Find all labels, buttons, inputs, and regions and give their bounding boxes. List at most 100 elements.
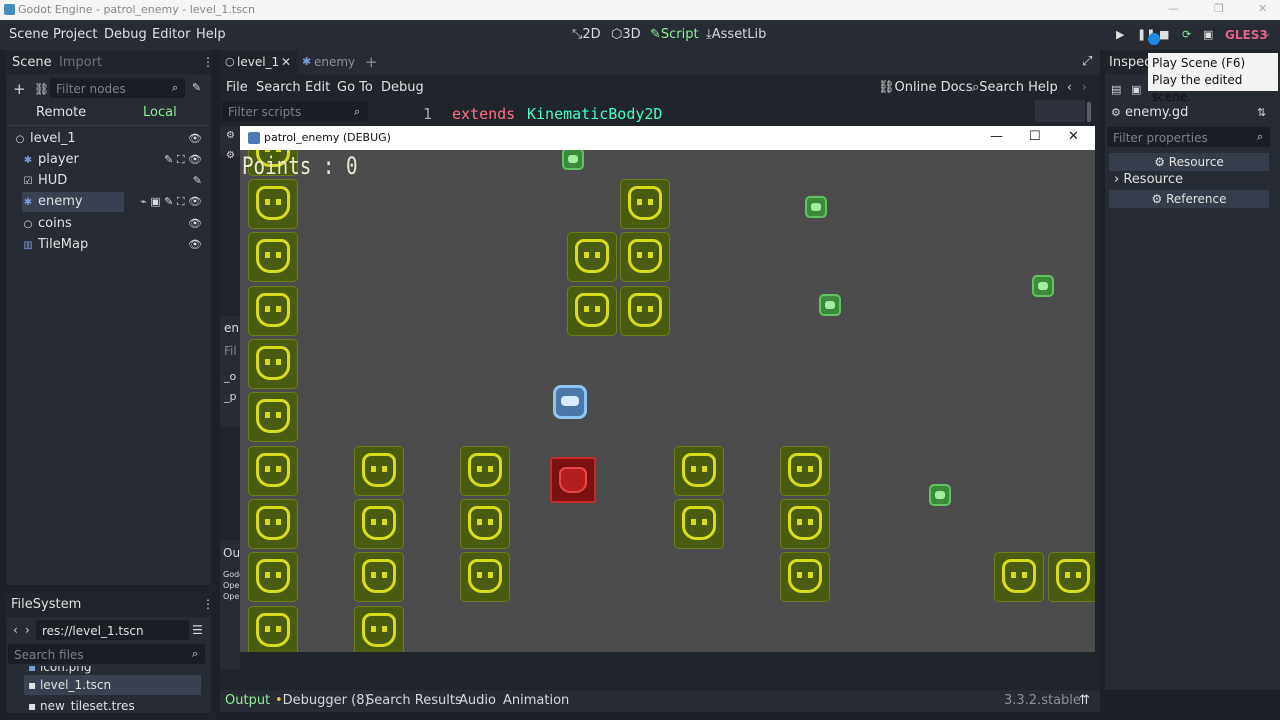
- visibility-eye-icon[interactable]: 👁: [188, 129, 202, 149]
- distraction-free-icon[interactable]: ⤢: [1082, 54, 1092, 69]
- menu-scene[interactable]: Scene: [9, 27, 49, 42]
- workspace-assetlib-label: AssetLib: [711, 27, 767, 42]
- tab-audio[interactable]: Audio: [459, 693, 496, 708]
- filter-nodes-input[interactable]: Filter nodes: [50, 78, 185, 98]
- tab-animation[interactable]: Animation: [503, 693, 569, 708]
- tree-node-enemy[interactable]: ✱ enemy ⌁ ▣ ✎ ⛶ 👁: [22, 192, 202, 212]
- code-class-name[interactable]: KinematicBody2D: [527, 105, 662, 123]
- remote-tab[interactable]: Remote: [36, 105, 86, 120]
- menu-project[interactable]: Project: [53, 27, 97, 42]
- menu-debug[interactable]: Debug: [104, 27, 147, 42]
- filter-properties-input[interactable]: Filter properties: [1107, 127, 1270, 147]
- search-files-input[interactable]: Search files: [8, 644, 205, 664]
- code-scrollbar[interactable]: [1087, 102, 1091, 122]
- expand-panel-icon[interactable]: ⇈: [1079, 693, 1090, 708]
- tree-node-tilemap[interactable]: ▥ TileMap 👁: [22, 235, 202, 255]
- search-icon: ⌕: [192, 647, 199, 660]
- tab-output[interactable]: Output: [225, 693, 270, 708]
- game-window-title: patrol_enemy (DEBUG): [264, 131, 391, 144]
- game-window-titlebar[interactable]: patrol_enemy (DEBUG) — ☐ ✕: [240, 126, 1095, 150]
- prev-script-icon[interactable]: ‹: [1067, 80, 1072, 94]
- tab-search-results[interactable]: Search Results: [366, 693, 462, 708]
- tile-block: [460, 499, 510, 549]
- tile-block: [354, 552, 404, 602]
- workspace-3d-button[interactable]: ⬡3D: [611, 27, 641, 42]
- script-attach-icon[interactable]: ✎: [192, 81, 201, 94]
- tab-enemy[interactable]: ✱ enemy: [300, 50, 360, 74]
- coin: [805, 196, 827, 218]
- minimize-icon[interactable]: —: [1168, 2, 1179, 15]
- next-script-icon[interactable]: ›: [1082, 80, 1087, 94]
- inspector-category-reference[interactable]: ⚙ Reference: [1109, 190, 1269, 208]
- tree-node-player[interactable]: ✱ player ✎ ⛶ 👁: [22, 150, 202, 170]
- renderer-dropdown-icon[interactable]: ⌄: [1263, 28, 1271, 39]
- script-menu-search[interactable]: Search: [256, 80, 301, 95]
- file-item-tileset[interactable]: ▪ new_tileset.tres: [28, 699, 135, 712]
- visibility-eye-icon[interactable]: 👁: [188, 235, 202, 255]
- gear-icon[interactable]: ⚙: [226, 150, 235, 161]
- gear-icon[interactable]: ⚙: [226, 130, 235, 141]
- inspector-category-resource[interactable]: ⚙ Resource: [1109, 153, 1269, 171]
- local-tab[interactable]: Local: [143, 105, 177, 120]
- add-tab-icon[interactable]: +: [365, 53, 378, 71]
- workspace-script-button[interactable]: ✎Script: [650, 27, 699, 42]
- menu-editor[interactable]: Editor: [152, 27, 190, 42]
- tile-block: [354, 606, 404, 652]
- tab-filesystem[interactable]: FileSystem: [11, 597, 81, 612]
- load-resource-icon[interactable]: ▣: [1131, 83, 1141, 96]
- tree-node-hud[interactable]: ☑ HUD ✎: [22, 171, 202, 191]
- close-icon[interactable]: ✕: [1068, 129, 1079, 144]
- renderer-label[interactable]: GLES3: [1225, 28, 1268, 42]
- stop-icon[interactable]: ■: [1159, 28, 1169, 41]
- link-icon[interactable]: ⛓: [34, 82, 49, 96]
- file-item-level-1[interactable]: ▪ level_1.tscn: [28, 678, 111, 692]
- close-icon[interactable]: ✕: [1258, 2, 1267, 15]
- inspector-section-resource[interactable]: › Resource: [1109, 172, 1269, 190]
- maximize-icon[interactable]: ☐: [1029, 129, 1041, 144]
- code-keyword[interactable]: extends: [452, 105, 515, 123]
- tilemap-icon: ▥: [23, 240, 33, 251]
- workspace-2d-button[interactable]: ⤡2D: [572, 27, 601, 42]
- dock-menu-icon[interactable]: ⋮: [202, 597, 214, 611]
- tile-block: [248, 232, 298, 282]
- play-icon[interactable]: ▶: [1116, 28, 1124, 41]
- play-custom-scene-icon[interactable]: ▣: [1203, 28, 1213, 41]
- clipped-text: Ope: [223, 581, 240, 590]
- split-view-icon[interactable]: ☰: [192, 623, 203, 637]
- restore-icon[interactable]: ❐: [1214, 2, 1224, 15]
- script-icon[interactable]: ✎: [193, 171, 202, 191]
- play-scene-icon[interactable]: ⟳: [1182, 28, 1191, 41]
- tile-block: [248, 286, 298, 336]
- visibility-eye-icon[interactable]: 👁: [188, 214, 202, 234]
- tab-debugger[interactable]: •Debugger (8): [275, 693, 370, 708]
- new-resource-icon[interactable]: ▤: [1111, 83, 1121, 96]
- dock-menu-icon[interactable]: ⋮: [202, 55, 214, 69]
- menu-help[interactable]: Help: [196, 27, 226, 42]
- tab-level-1[interactable]: ○ level_1 ✕: [220, 50, 298, 74]
- file-item-icon-png[interactable]: ▪ icon.png: [28, 666, 92, 674]
- add-node-icon[interactable]: +: [13, 80, 26, 98]
- object-properties-icon[interactable]: ⇅: [1257, 106, 1266, 119]
- script-menu-goto[interactable]: Go To: [337, 80, 373, 95]
- close-tab-icon[interactable]: ✕: [281, 55, 291, 69]
- forward-arrow-icon[interactable]: ›: [25, 623, 30, 637]
- search-help-button[interactable]: ⌕Search Help: [972, 80, 1058, 95]
- search-icon: ⌕: [1257, 130, 1264, 143]
- tab-scene[interactable]: Scene: [12, 55, 52, 70]
- tab-inspector[interactable]: Inspec: [1109, 55, 1151, 70]
- path-field[interactable]: res://level_1.tscn: [36, 620, 189, 640]
- script-menu-edit[interactable]: Edit: [305, 80, 330, 95]
- filter-scripts-input[interactable]: Filter scripts: [222, 101, 368, 121]
- tree-node-level-1[interactable]: ○ level_1 👁: [14, 129, 202, 149]
- online-docs-button[interactable]: ⛓Online Docs: [878, 80, 972, 95]
- workspace-assetlib-button[interactable]: ⤓AssetLib: [706, 27, 766, 42]
- tile-block: [620, 179, 670, 229]
- tree-node-coins[interactable]: ○ coins 👁: [22, 214, 202, 234]
- script-menu-debug[interactable]: Debug: [381, 80, 424, 95]
- back-arrow-icon[interactable]: ‹: [13, 623, 18, 637]
- game-viewport[interactable]: Points : 0: [240, 150, 1095, 652]
- minimize-icon[interactable]: —: [990, 129, 1003, 144]
- script-menu-file[interactable]: File: [226, 80, 248, 95]
- tab-import[interactable]: Import: [59, 55, 102, 70]
- game-debug-window[interactable]: patrol_enemy (DEBUG) — ☐ ✕ Points : 0: [240, 126, 1095, 652]
